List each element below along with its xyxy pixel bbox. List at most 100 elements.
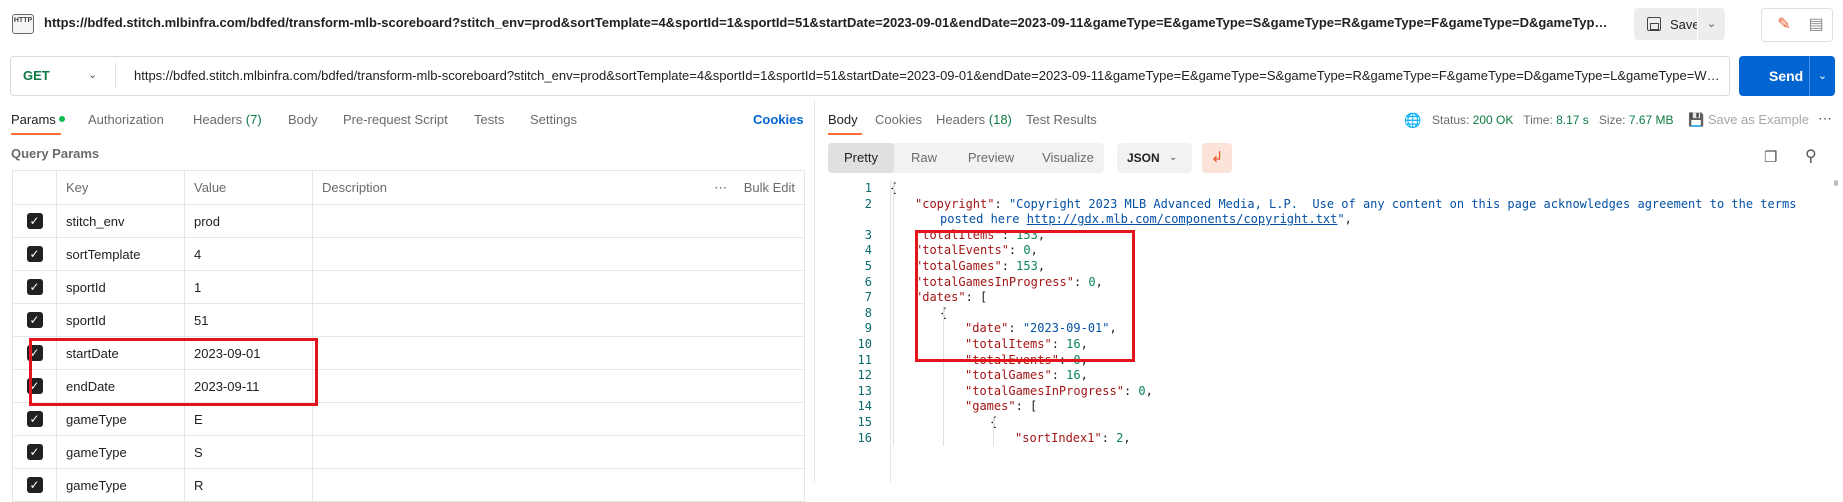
checkbox-icon[interactable]: ✓: [26, 378, 43, 395]
tab-tests[interactable]: Tests: [474, 112, 504, 127]
edit-icon[interactable]: ✎: [1771, 13, 1797, 37]
request-title[interactable]: https://bdfed.stitch.mlbinfra.com/bdfed/…: [44, 15, 1614, 30]
param-key[interactable]: gameType: [56, 402, 185, 436]
code-token: ,: [1109, 321, 1117, 335]
param-value[interactable]: 1: [184, 270, 313, 304]
code-token: ,: [1123, 431, 1131, 445]
tab-body[interactable]: Body: [288, 112, 318, 127]
status-value[interactable]: 200 OK: [1473, 113, 1514, 127]
param-description[interactable]: [312, 468, 805, 502]
checkbox-icon[interactable]: ✓: [26, 345, 43, 362]
code-link[interactable]: http://gdx.mlb.com/components/copyright.…: [1027, 212, 1338, 226]
code-token: : [: [965, 290, 988, 304]
checkbox-icon[interactable]: ✓: [26, 279, 43, 296]
param-value[interactable]: 2023-09-11: [184, 369, 313, 403]
format-select[interactable]: JSON: [1117, 143, 1192, 173]
line-number: 5: [864, 259, 872, 273]
tab-response-headers[interactable]: Headers (18): [936, 112, 1012, 127]
param-value[interactable]: prod: [184, 204, 313, 238]
param-value[interactable]: 4: [184, 237, 313, 271]
view-mode-pretty[interactable]: Pretty: [828, 143, 894, 173]
documentation-icon[interactable]: ▤: [1803, 13, 1829, 37]
size-value[interactable]: 7.67 MB: [1629, 113, 1674, 127]
code-token: "totalItems": [965, 337, 1052, 351]
code-text: "sortIndex1": 2,: [1015, 431, 1131, 445]
cookies-link[interactable]: Cookies: [753, 112, 804, 127]
param-value[interactable]: 2023-09-01: [184, 336, 313, 370]
code-token: 0: [1023, 243, 1031, 257]
bulk-edit-link[interactable]: Bulk Edit: [744, 180, 795, 195]
scrollbar[interactable]: [1834, 180, 1838, 186]
globe-icon[interactable]: 🌐: [1404, 112, 1421, 128]
param-description[interactable]: [312, 369, 805, 403]
method-chevron-down-icon[interactable]: ⌄: [88, 56, 97, 94]
panel-divider[interactable]: [814, 100, 815, 482]
param-key[interactable]: endDate: [56, 369, 185, 403]
code-text: "totalEvents": 0,: [915, 243, 1038, 257]
param-description[interactable]: [312, 402, 805, 436]
view-mode-preview[interactable]: Preview: [955, 143, 1027, 173]
copy-icon[interactable]: ❐: [1764, 148, 1777, 166]
param-description[interactable]: [312, 435, 805, 469]
code-token: "2023-09-01": [1022, 321, 1110, 335]
tab-label: Body: [828, 112, 858, 127]
param-value[interactable]: E: [184, 402, 313, 436]
code-token: 153: [1016, 259, 1038, 273]
param-value[interactable]: R: [184, 468, 313, 502]
checkbox-icon[interactable]: ✓: [26, 312, 43, 329]
code-token: 16: [1066, 337, 1081, 351]
format-chevron-down-icon[interactable]: ⌄: [1169, 143, 1177, 173]
param-description[interactable]: [312, 336, 805, 370]
code-text: "totalGames": 153,: [915, 259, 1045, 273]
checkbox-icon[interactable]: ✓: [26, 246, 43, 263]
param-description[interactable]: [312, 237, 805, 271]
checkbox-icon[interactable]: ✓: [26, 411, 43, 428]
table-row: ✓ gameType R: [12, 468, 805, 502]
search-icon[interactable]: ⚲: [1805, 146, 1817, 166]
url-input[interactable]: https://bdfed.stitch.mlbinfra.com/bdfed/…: [134, 68, 1724, 83]
code-token: "Copyright 2023 MLB Advanced Media, L.P.…: [1008, 197, 1797, 211]
save-options-chevron-down-icon[interactable]: ⌄: [1697, 8, 1725, 40]
param-value[interactable]: S: [184, 435, 313, 469]
param-key[interactable]: sortTemplate: [56, 237, 185, 271]
wrap-icon[interactable]: ↲: [1202, 143, 1232, 173]
checkbox-icon[interactable]: ✓: [26, 213, 43, 230]
tab-pre-request-script[interactable]: Pre-request Script: [343, 112, 448, 127]
param-key[interactable]: gameType: [56, 435, 185, 469]
line-number: 14: [857, 399, 872, 413]
param-description[interactable]: [312, 303, 805, 337]
tab-response-body[interactable]: Body: [828, 112, 858, 127]
param-value[interactable]: 51: [184, 303, 313, 337]
checkbox-icon[interactable]: ✓: [26, 477, 43, 494]
view-mode-raw[interactable]: Raw: [896, 143, 952, 173]
param-key[interactable]: startDate: [56, 336, 185, 370]
tab-authorization[interactable]: Authorization: [88, 112, 164, 127]
tab-test-results[interactable]: Test Results: [1026, 112, 1097, 127]
param-key[interactable]: sportId: [56, 303, 185, 337]
save-as-example-button[interactable]: 💾 Save as Example: [1688, 112, 1809, 128]
line-number: 15: [857, 415, 872, 429]
more-icon[interactable]: ⋯: [1818, 110, 1832, 127]
tab-params[interactable]: Params: [11, 112, 65, 127]
method-select[interactable]: GET: [11, 56, 115, 94]
title-bar: HTTP https://bdfed.stitch.mlbinfra.com/b…: [0, 0, 1843, 48]
checkbox-cell: ✓: [12, 435, 57, 469]
param-description[interactable]: [312, 204, 805, 238]
tab-label: Test Results: [1026, 112, 1097, 127]
param-description[interactable]: [312, 270, 805, 304]
param-key[interactable]: stitch_env: [56, 204, 185, 238]
tab-response-cookies[interactable]: Cookies: [875, 112, 922, 127]
table-row: ✓ gameType E: [12, 402, 805, 436]
code-token: posted here: [940, 212, 1027, 226]
code-token: :: [994, 197, 1009, 211]
tab-headers[interactable]: Headers (7): [193, 112, 262, 127]
checkbox-icon[interactable]: ✓: [26, 444, 43, 461]
param-key[interactable]: sportId: [56, 270, 185, 304]
time-value[interactable]: 8.17 s: [1556, 113, 1589, 127]
more-icon[interactable]: ⋯: [714, 180, 728, 195]
view-mode-visualize[interactable]: Visualize: [1032, 143, 1104, 173]
send-options-chevron-down-icon[interactable]: ⌄: [1809, 56, 1835, 96]
time-label: Time:: [1523, 113, 1553, 127]
tab-settings[interactable]: Settings: [530, 112, 577, 127]
param-key[interactable]: gameType: [56, 468, 185, 502]
